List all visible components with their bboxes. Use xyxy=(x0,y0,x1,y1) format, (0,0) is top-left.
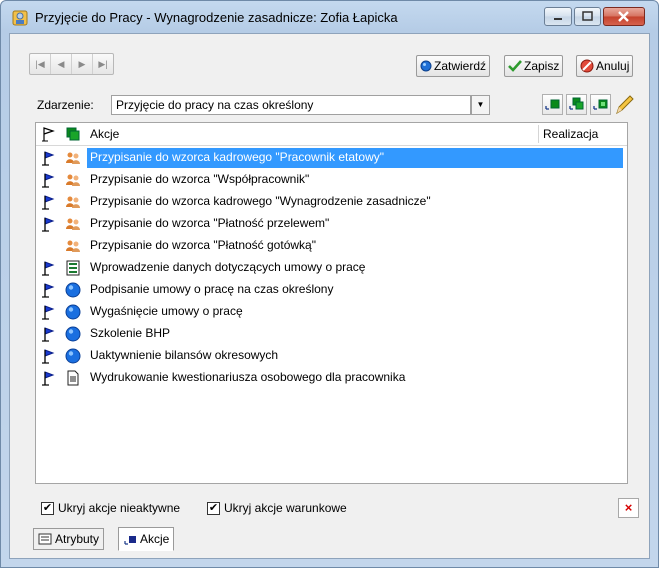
people-icon xyxy=(65,216,81,232)
hide-inactive-label[interactable]: Ukryj akcje nieaktywne xyxy=(58,501,180,515)
flag-icon xyxy=(41,194,57,210)
people-icon xyxy=(65,238,81,254)
tab-attributes[interactable]: Atrybuty xyxy=(33,528,105,550)
list-item[interactable]: Wprowadzenie danych dotyczących umowy o … xyxy=(36,257,627,279)
people-icon xyxy=(65,150,81,166)
minimize-button[interactable] xyxy=(544,7,572,26)
event-select[interactable]: Przyjęcie do pracy na czas określony xyxy=(111,95,471,115)
list-item-label: Wydrukowanie kwestionariusza osobowego d… xyxy=(90,370,406,384)
list-item-label: Przypisanie do wzorca kadrowego "Wynagro… xyxy=(90,194,431,208)
confirm-label: Zatwierdź xyxy=(434,59,487,73)
tab-actions-label: Akcje xyxy=(140,532,170,546)
edit-action-button[interactable] xyxy=(614,94,635,115)
info-circle-icon xyxy=(65,304,81,320)
flag-icon xyxy=(41,150,57,166)
list-item-label: Przypisanie do wzorca kadrowego "Pracown… xyxy=(90,150,384,164)
list-item-label: Uaktywnienie bilansów okresowych xyxy=(90,348,279,362)
list-item-label: Przypisanie do wzorca "Współpracownik" xyxy=(90,172,310,186)
info-circle-icon xyxy=(65,282,81,298)
list-item[interactable]: Przypisanie do wzorca "Płatność gotówką" xyxy=(36,235,627,257)
flag-icon xyxy=(41,172,57,188)
list-item-label: Przypisanie do wzorca "Płatność gotówką" xyxy=(90,238,316,252)
confirm-icon xyxy=(420,60,432,72)
actions-list[interactable]: Akcje Realizacja Przypisanie do wzorca k… xyxy=(35,122,628,484)
event-label: Zdarzenie: xyxy=(37,98,94,112)
form-icon xyxy=(65,260,81,276)
list-item-label: Podpisanie umowy o pracę na czas określo… xyxy=(90,282,334,296)
hide-conditional-checkbox[interactable]: ✔ xyxy=(207,502,220,515)
people-icon xyxy=(65,194,81,210)
move-action-icon xyxy=(593,99,608,110)
pencil-icon xyxy=(616,95,634,115)
flag-column-icon xyxy=(42,127,55,142)
previous-record-button[interactable]: ◀ xyxy=(51,54,72,74)
save-button[interactable]: Zapisz xyxy=(504,55,564,77)
confirm-button[interactable]: Zatwierdź xyxy=(416,55,491,77)
list-item[interactable]: Uaktywnienie bilansów okresowych xyxy=(36,345,627,367)
dialog-window: Przyjęcie do Pracy - Wynagrodzenie zasad… xyxy=(0,0,659,568)
cancel-button[interactable]: Anuluj xyxy=(576,55,634,77)
close-icon xyxy=(618,11,629,22)
add-action-button[interactable] xyxy=(542,94,563,115)
tab-actions[interactable]: Akcje xyxy=(118,527,175,551)
list-item[interactable]: Przypisanie do wzorca kadrowego "Wynagro… xyxy=(36,191,627,213)
maximize-icon xyxy=(582,11,593,21)
copy-action-icon xyxy=(569,97,584,110)
last-record-button[interactable]: ▶| xyxy=(93,54,113,74)
flag-icon xyxy=(41,348,57,364)
flag-icon xyxy=(41,304,57,320)
flag-icon xyxy=(41,282,57,298)
clear-button[interactable]: × xyxy=(618,498,639,518)
column-header-realization[interactable]: Realizacja xyxy=(543,127,598,141)
window-title: Przyjęcie do Pracy - Wynagrodzenie zasad… xyxy=(35,10,398,25)
column-separator[interactable] xyxy=(538,125,539,143)
list-item[interactable]: Szkolenie BHP xyxy=(36,323,627,345)
checkmark-icon xyxy=(508,60,522,72)
copy-action-button[interactable] xyxy=(566,94,587,115)
cancel-label: Anuluj xyxy=(596,59,630,73)
app-icon xyxy=(12,10,28,26)
cancel-icon xyxy=(580,59,594,73)
flag-icon xyxy=(41,370,57,386)
add-action-icon xyxy=(545,99,560,110)
flag-icon xyxy=(41,326,57,342)
event-dropdown-arrow[interactable]: ▼ xyxy=(471,95,490,115)
next-record-button[interactable]: ▶ xyxy=(72,54,93,74)
flag-icon xyxy=(41,216,57,232)
maximize-button[interactable] xyxy=(574,7,601,26)
list-item-label: Wygaśnięcie umowy o pracę xyxy=(90,304,243,318)
list-item[interactable]: Wydrukowanie kwestionariusza osobowego d… xyxy=(36,367,627,389)
minimize-icon xyxy=(554,18,562,20)
type-column-icon xyxy=(66,127,80,141)
info-circle-icon xyxy=(65,348,81,364)
list-item[interactable]: Przypisanie do wzorca kadrowego "Pracown… xyxy=(36,147,627,169)
record-navigator: |◀ ◀ ▶ ▶| xyxy=(29,53,114,75)
list-item-label: Przypisanie do wzorca "Płatność przelewe… xyxy=(90,216,330,230)
list-header: Akcje Realizacja xyxy=(36,123,627,146)
hide-inactive-checkbox[interactable]: ✔ xyxy=(41,502,54,515)
list-item[interactable]: Podpisanie umowy o pracę na czas określo… xyxy=(36,279,627,301)
save-label: Zapisz xyxy=(524,59,560,73)
move-action-button[interactable] xyxy=(590,94,611,115)
first-record-button[interactable]: |◀ xyxy=(30,54,51,74)
info-circle-icon xyxy=(65,326,81,342)
people-icon xyxy=(65,172,81,188)
list-item[interactable]: Przypisanie do wzorca "Współpracownik" xyxy=(36,169,627,191)
flag-icon xyxy=(41,260,57,276)
list-item[interactable]: Przypisanie do wzorca "Płatność przelewe… xyxy=(36,213,627,235)
actions-tab-icon xyxy=(124,536,136,545)
attributes-icon xyxy=(38,533,52,545)
column-header-actions[interactable]: Akcje xyxy=(90,127,119,141)
list-item-label: Szkolenie BHP xyxy=(90,326,171,340)
tab-attributes-label: Atrybuty xyxy=(55,532,100,546)
title-bar[interactable]: Przyjęcie do Pracy - Wynagrodzenie zasad… xyxy=(1,1,658,33)
list-item-label: Wprowadzenie danych dotyczących umowy o … xyxy=(90,260,366,274)
hide-conditional-label[interactable]: Ukryj akcje warunkowe xyxy=(224,501,347,515)
list-item[interactable]: Wygaśnięcie umowy o pracę xyxy=(36,301,627,323)
close-button[interactable] xyxy=(603,7,645,26)
document-icon xyxy=(65,370,81,386)
